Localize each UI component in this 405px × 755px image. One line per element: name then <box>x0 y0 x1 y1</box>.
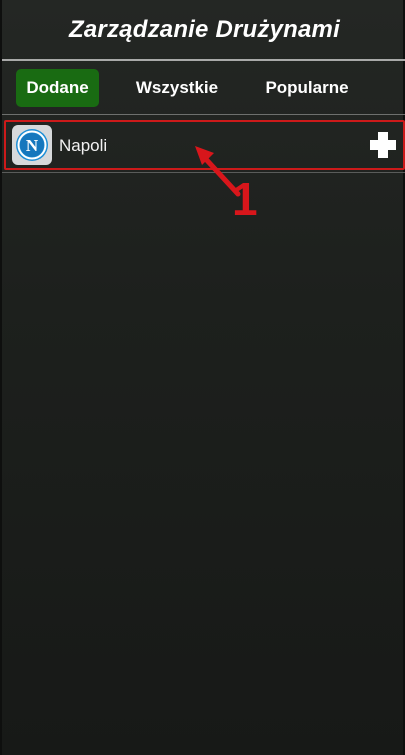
top-bar: Zarządzanie Drużynami <box>2 0 405 61</box>
svg-text:N: N <box>26 136 39 155</box>
plus-icon <box>370 132 396 158</box>
page-title: Zarządzanie Drużynami <box>69 15 340 43</box>
app-screen: Zarządzanie Drużynami Dodane Wszystkie P… <box>0 0 405 755</box>
tab-bar: Dodane Wszystkie Popularne <box>2 62 405 115</box>
tab-popularne[interactable]: Popularne <box>254 69 360 107</box>
tab-wszystkie[interactable]: Wszystkie <box>126 69 228 107</box>
team-name: Napoli <box>59 136 108 155</box>
tab-dodane[interactable]: Dodane <box>16 69 99 107</box>
napoli-crest-icon: N <box>16 129 48 161</box>
team-logo-napoli: N <box>12 125 52 165</box>
row-divider <box>2 172 405 173</box>
add-team-button[interactable] <box>369 131 397 159</box>
team-row-napoli[interactable]: N Napoli <box>4 120 405 170</box>
